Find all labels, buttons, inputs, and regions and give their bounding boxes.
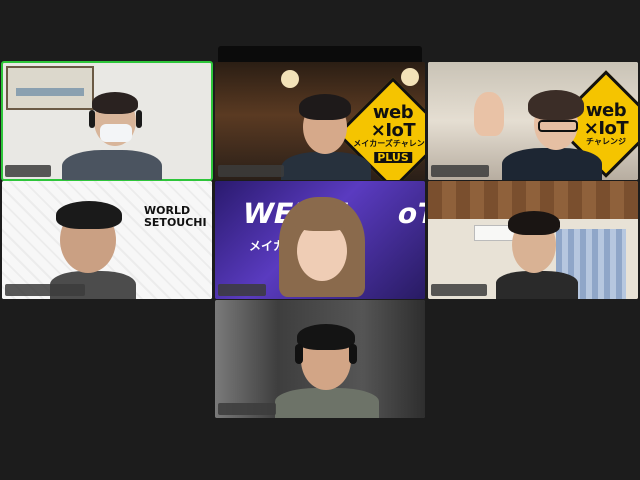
video-tile-5[interactable]: WEB×IoT メイカ <box>215 181 425 299</box>
participant-figure <box>273 197 373 299</box>
video-tile-2[interactable]: web ×IoT メイカーズチャレンジ PLUS <box>215 62 425 180</box>
video-tile-7[interactable] <box>215 300 425 418</box>
headphones <box>295 344 303 364</box>
video-tile-6[interactable] <box>428 181 638 299</box>
participant-figure <box>271 320 381 418</box>
banner-text-part-2: oT <box>394 197 425 230</box>
participant-name <box>218 403 276 415</box>
participant-figure <box>494 211 580 299</box>
video-tile-3[interactable]: web ×IoT チャレンジ <box>428 62 638 180</box>
participant-figure <box>58 90 168 180</box>
participant-name <box>5 165 51 177</box>
participant-figure <box>281 92 371 180</box>
ceiling-light <box>281 70 299 88</box>
video-tile-4[interactable]: WORLD SETOUCHI <box>2 181 212 299</box>
raised-hand <box>474 92 504 136</box>
video-tile-1[interactable] <box>1 61 213 181</box>
participant-figure <box>468 84 618 180</box>
participant-name <box>431 284 487 296</box>
participant-name <box>5 284 85 296</box>
participant-name <box>218 165 284 177</box>
sign-text-plus: PLUS <box>374 151 412 164</box>
doodle-title: WORLD SETOUCHI <box>144 204 207 230</box>
participant-name <box>218 284 266 296</box>
doodle-title-line-2: SETOUCHI <box>144 216 207 230</box>
participant-name <box>431 165 489 177</box>
ceiling-light <box>401 68 419 86</box>
